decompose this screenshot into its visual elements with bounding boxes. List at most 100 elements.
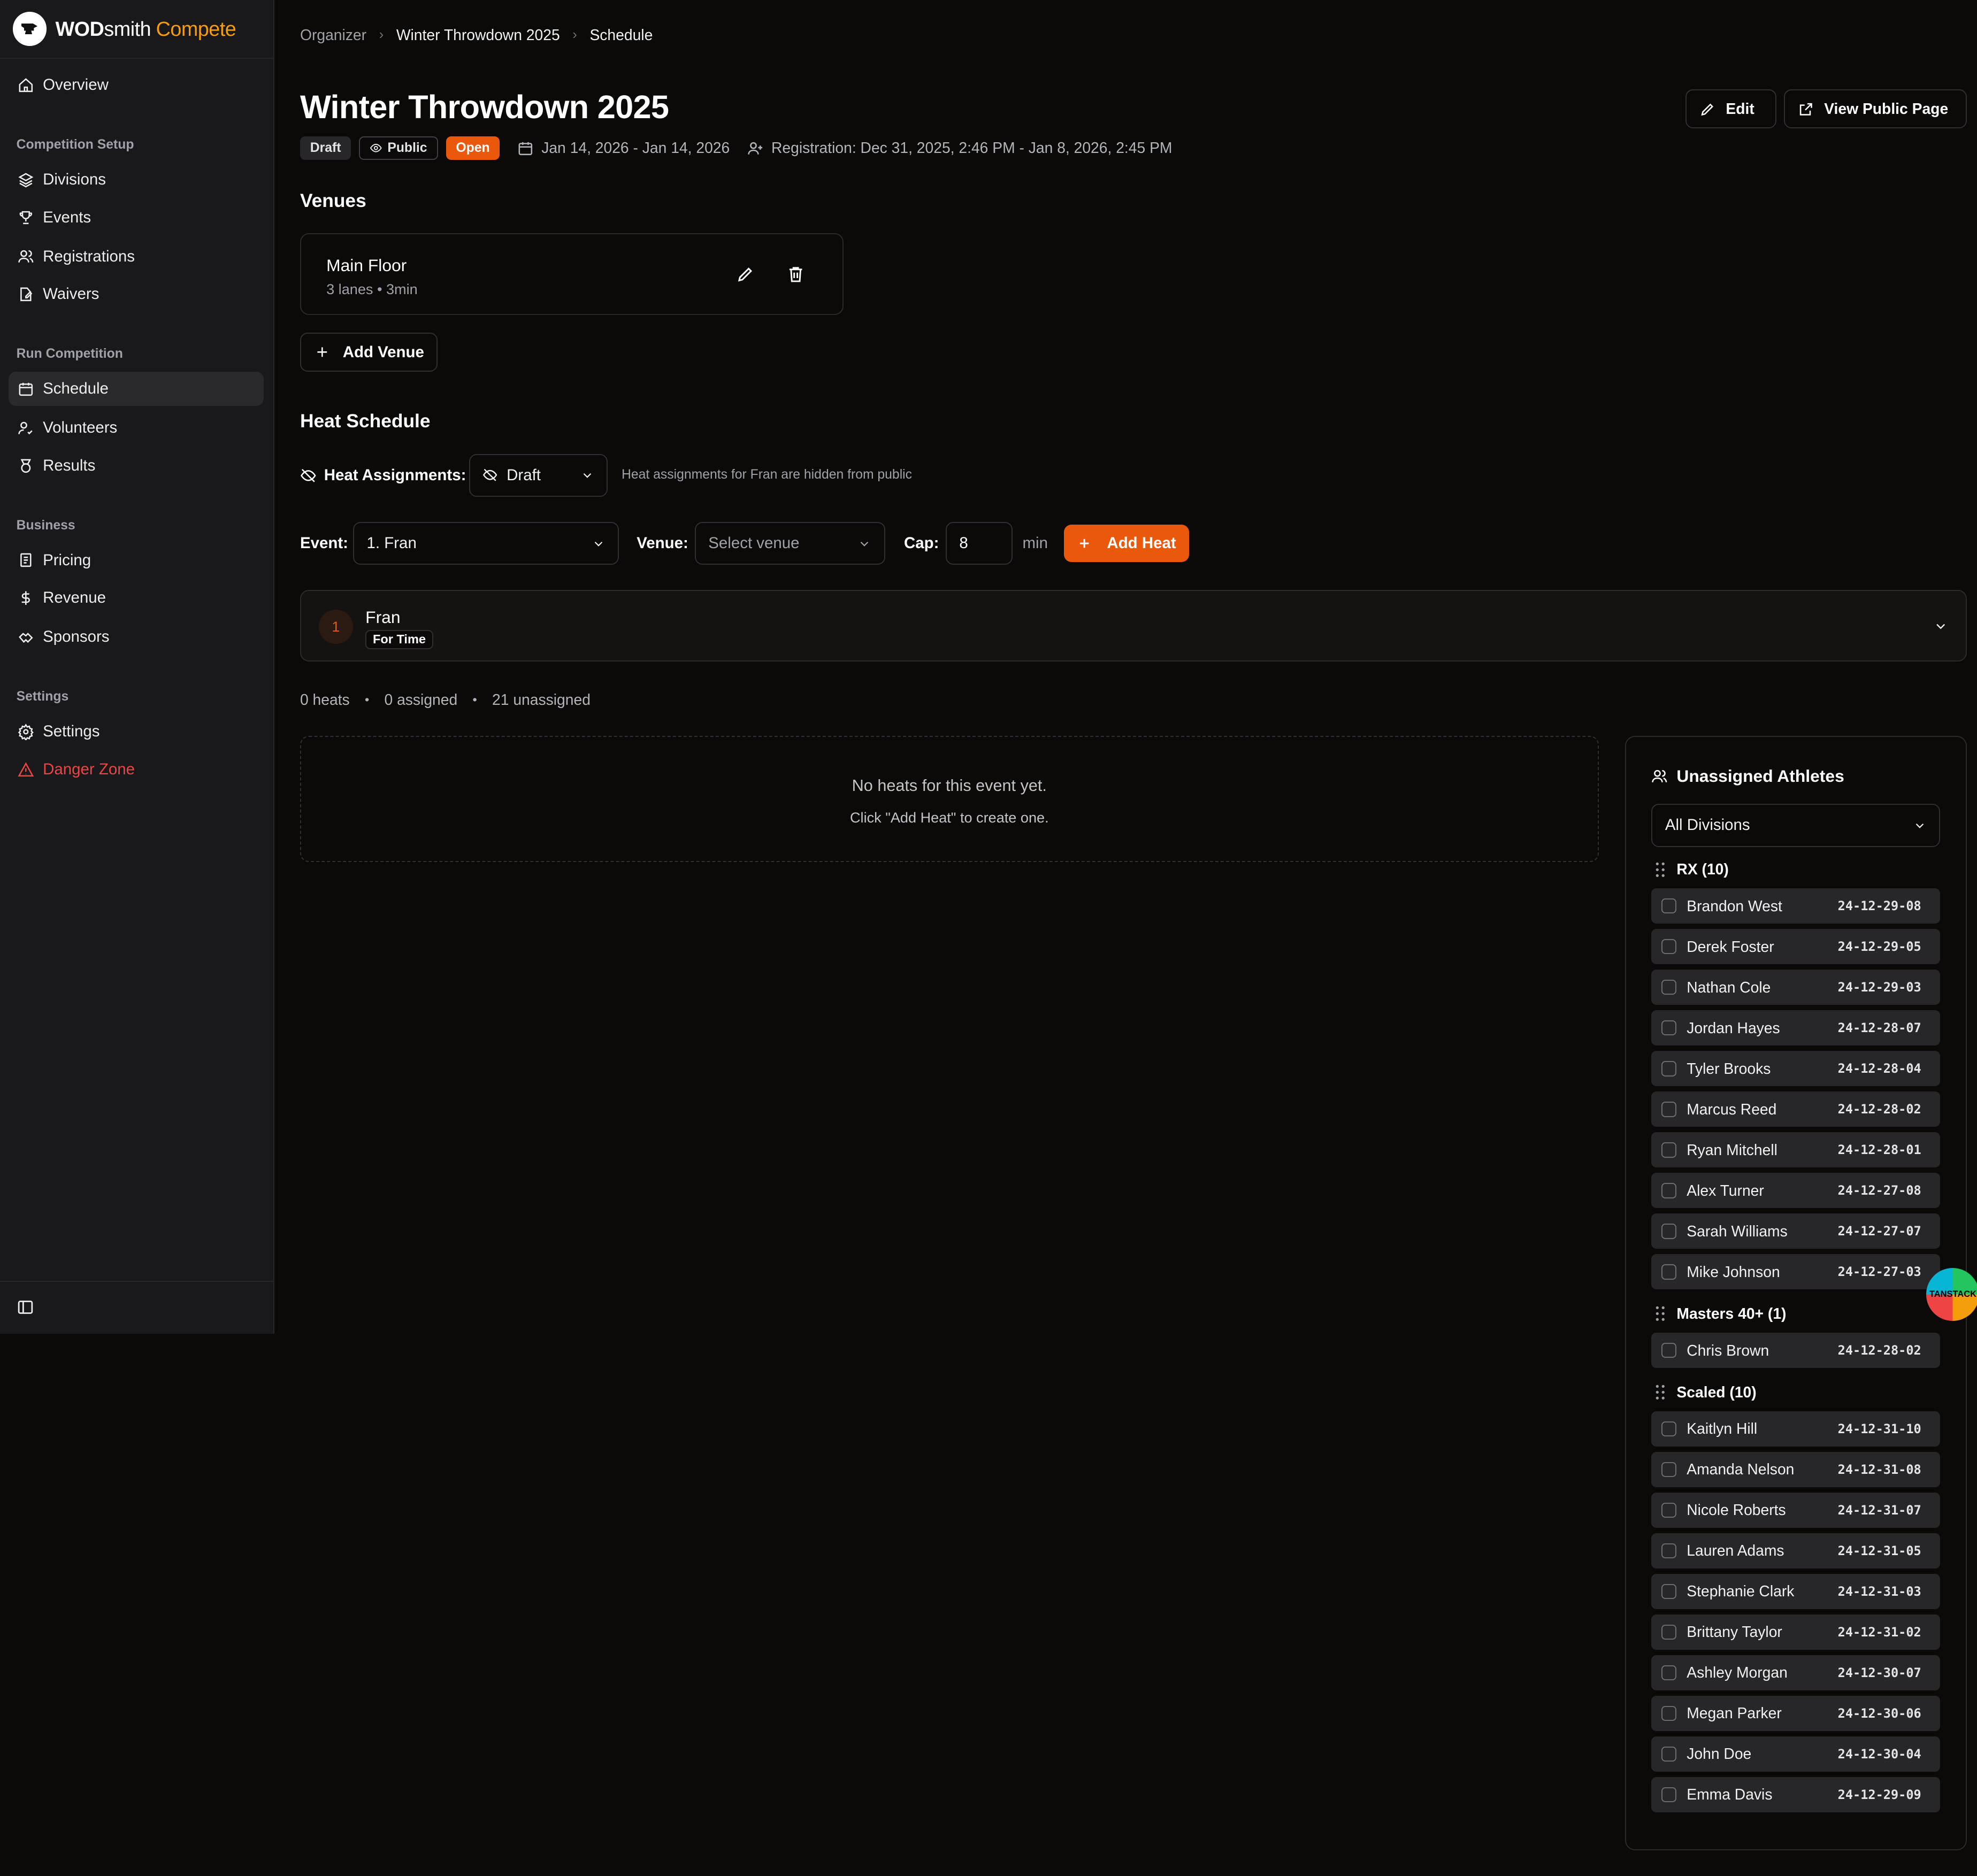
view-public-page-button[interactable]: View Public Page xyxy=(1784,89,1967,129)
athlete-checkbox[interactable] xyxy=(1661,1665,1677,1681)
nav-revenue[interactable]: Revenue xyxy=(9,581,263,616)
nav-settings-label: Settings xyxy=(43,722,100,741)
division-group-header[interactable]: Masters 40+ (1) xyxy=(1654,1305,1786,1323)
drag-handle-icon[interactable] xyxy=(1654,862,1667,878)
drag-handle-icon[interactable] xyxy=(1654,1384,1667,1401)
sidebar-toggle-icon[interactable] xyxy=(17,1298,34,1316)
division-filter-select[interactable]: All Divisions xyxy=(1651,804,1941,847)
athlete-name: Tyler Brooks xyxy=(1687,1059,1771,1077)
athlete-row[interactable]: John Doe 24-12-30-04 xyxy=(1651,1736,1941,1772)
nav-sponsors[interactable]: Sponsors xyxy=(9,620,263,655)
heat-schedule-heading: Heat Schedule xyxy=(300,411,431,432)
athlete-checkbox[interactable] xyxy=(1661,980,1677,995)
athlete-checkbox[interactable] xyxy=(1661,1183,1677,1198)
nav-settings[interactable]: Settings xyxy=(9,714,263,749)
division-group-header[interactable]: Scaled (10) xyxy=(1654,1383,1757,1401)
chevron-down-icon xyxy=(594,541,602,547)
athlete-checkbox[interactable] xyxy=(1661,1102,1677,1117)
nav-waivers[interactable]: Waivers xyxy=(9,278,263,312)
venue-select[interactable]: Select venue xyxy=(694,521,885,565)
nav-danger-zone[interactable]: Danger Zone xyxy=(9,752,263,787)
section-run-competition: Run Competition xyxy=(16,347,123,362)
athlete-checkbox[interactable] xyxy=(1661,1624,1677,1640)
athlete-row[interactable]: Derek Foster 24-12-29-05 xyxy=(1651,929,1941,965)
athlete-checkbox[interactable] xyxy=(1661,1343,1677,1358)
athlete-row[interactable]: Jordan Hayes 24-12-28-07 xyxy=(1651,1010,1941,1046)
athlete-name: Amanda Nelson xyxy=(1687,1460,1795,1478)
view-public-page-label: View Public Page xyxy=(1824,100,1949,118)
athlete-row[interactable]: Alex Turner 24-12-27-08 xyxy=(1651,1173,1941,1209)
athlete-row[interactable]: Amanda Nelson 24-12-31-08 xyxy=(1651,1451,1941,1487)
athlete-checkbox[interactable] xyxy=(1661,1502,1677,1518)
add-heat-button[interactable]: Add Heat xyxy=(1064,524,1189,563)
athlete-row[interactable]: Chris Brown 24-12-28-02 xyxy=(1651,1333,1941,1368)
athlete-row[interactable]: Nicole Roberts 24-12-31-07 xyxy=(1651,1492,1941,1528)
tanstack-devtools-button[interactable]: TANSTACK xyxy=(1926,1268,1977,1321)
athlete-checkbox[interactable] xyxy=(1661,1543,1677,1559)
athlete-checkbox[interactable] xyxy=(1661,1787,1677,1803)
athlete-checkbox[interactable] xyxy=(1661,1421,1677,1436)
breadcrumb-competition[interactable]: Winter Throwdown 2025 xyxy=(396,26,560,44)
athlete-checkbox[interactable] xyxy=(1661,1705,1677,1721)
athlete-name: Ashley Morgan xyxy=(1687,1664,1788,1681)
athlete-row[interactable]: Brandon West 24-12-29-08 xyxy=(1651,888,1941,924)
venue-details: 3 lanes • 3min xyxy=(326,281,418,298)
add-venue-button[interactable]: Add Venue xyxy=(300,333,438,372)
athlete-row[interactable]: Nathan Cole 24-12-29-03 xyxy=(1651,970,1941,1005)
nav-events[interactable]: Events xyxy=(9,201,263,235)
nav-schedule[interactable]: Schedule xyxy=(9,372,264,406)
athlete-checkbox[interactable] xyxy=(1661,1462,1677,1478)
nav-divisions[interactable]: Divisions xyxy=(9,163,263,197)
eye-off-icon xyxy=(301,468,316,482)
nav-volunteers[interactable]: Volunteers xyxy=(9,411,263,445)
pencil-icon[interactable] xyxy=(736,265,755,283)
trash-icon[interactable] xyxy=(786,265,805,283)
brand[interactable]: WODsmith Compete xyxy=(0,0,274,59)
athlete-code: 24-12-27-07 xyxy=(1837,1224,1921,1239)
division-group-header[interactable]: RX (10) xyxy=(1654,860,1729,878)
nav-results[interactable]: Results xyxy=(9,449,263,483)
athlete-checkbox[interactable] xyxy=(1661,1020,1677,1036)
chevron-down-icon[interactable] xyxy=(1933,619,1948,634)
athlete-checkbox[interactable] xyxy=(1661,1746,1677,1762)
edit-button[interactable]: Edit xyxy=(1685,89,1776,129)
athlete-row[interactable]: Stephanie Clark 24-12-31-03 xyxy=(1651,1573,1941,1609)
athlete-row[interactable]: Lauren Adams 24-12-31-05 xyxy=(1651,1533,1941,1569)
pencil-icon xyxy=(1701,103,1713,116)
nav-danger-zone-label: Danger Zone xyxy=(43,760,135,778)
athlete-checkbox[interactable] xyxy=(1661,898,1677,914)
athlete-row[interactable]: Tyler Brooks 24-12-28-04 xyxy=(1651,1051,1941,1087)
athlete-checkbox[interactable] xyxy=(1661,1224,1677,1239)
venue-label: Venue: xyxy=(637,534,688,552)
athlete-checkbox[interactable] xyxy=(1661,1142,1677,1158)
athlete-row[interactable]: Marcus Reed 24-12-28-02 xyxy=(1651,1091,1941,1127)
heat-assignments-select[interactable]: Draft xyxy=(469,453,608,497)
cap-input[interactable]: 8 xyxy=(945,521,1013,565)
athlete-name: Emma Davis xyxy=(1687,1786,1773,1803)
athlete-row[interactable]: Emma Davis 24-12-29-09 xyxy=(1651,1777,1941,1812)
athlete-checkbox[interactable] xyxy=(1661,1583,1677,1600)
athlete-row[interactable]: Megan Parker 24-12-30-06 xyxy=(1651,1695,1941,1731)
division-group-label: RX (10) xyxy=(1676,860,1729,878)
athlete-row[interactable]: Sarah Williams 24-12-27-07 xyxy=(1651,1213,1941,1249)
event-select[interactable]: 1. Fran xyxy=(353,521,619,565)
public-badge-label: Public xyxy=(387,140,427,155)
breadcrumb-organizer[interactable]: Organizer xyxy=(300,26,366,44)
nav-overview[interactable]: Overview xyxy=(9,68,263,102)
athlete-row[interactable]: Kaitlyn Hill 24-12-31-10 xyxy=(1651,1411,1941,1447)
athlete-row[interactable]: Brittany Taylor 24-12-31-02 xyxy=(1651,1614,1941,1650)
nav-registrations[interactable]: Registrations xyxy=(9,240,263,274)
nav-pricing[interactable]: Pricing xyxy=(9,543,263,578)
athlete-checkbox[interactable] xyxy=(1661,1061,1677,1077)
unassigned-athletes-title: Unassigned Athletes xyxy=(1651,766,1844,786)
athlete-row[interactable]: Ashley Morgan 24-12-30-07 xyxy=(1651,1655,1941,1690)
athlete-row[interactable]: Ryan Mitchell 24-12-28-01 xyxy=(1651,1132,1941,1168)
cap-unit: min xyxy=(1022,534,1048,552)
event-card[interactable]: 1 Fran For Time xyxy=(300,590,1967,662)
athlete-row[interactable]: Mike Johnson 24-12-27-03 xyxy=(1651,1254,1941,1290)
athlete-checkbox[interactable] xyxy=(1661,939,1677,955)
drag-handle-icon[interactable] xyxy=(1654,1305,1667,1322)
athlete-checkbox[interactable] xyxy=(1661,1264,1677,1280)
athlete-name: Megan Parker xyxy=(1687,1704,1782,1722)
nav-volunteers-label: Volunteers xyxy=(43,419,118,437)
